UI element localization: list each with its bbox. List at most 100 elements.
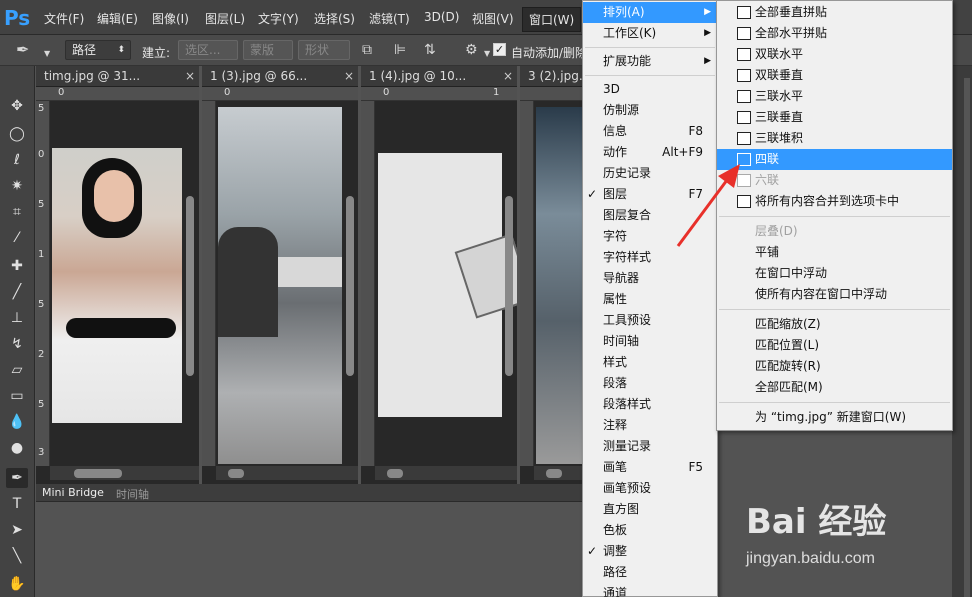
window-menu-item[interactable]: 3D [583,79,717,100]
document-tab-1[interactable]: timg.jpg @ 31... × [36,66,199,87]
crop-tool-icon[interactable]: ⌗ [6,202,28,222]
window-menu-item[interactable]: 测量记录 [583,436,717,457]
window-menu-item[interactable]: 通道 [583,583,717,597]
close-tab-icon[interactable]: × [185,66,195,87]
window-menu-item[interactable]: 工作区(K) ▶ [583,23,717,44]
window-menu-item[interactable]: 段落样式 [583,394,717,415]
window-menu-item[interactable]: 属性 [583,289,717,310]
close-tab-icon[interactable]: × [344,66,354,87]
gear-icon[interactable]: ⚙ [465,43,478,57]
marquee-tool-icon[interactable]: ◯ [6,124,28,144]
gradient-tool-icon[interactable]: ▭ [6,386,28,406]
arrange-menu-item[interactable]: 全部水平拼贴 [717,23,952,44]
eyedropper-tool-icon[interactable]: ⁄ [6,228,28,248]
arrange-menu-item[interactable]: 全部垂直拼贴 [717,2,952,23]
brush-tool-icon[interactable]: ╱ [6,282,28,302]
move-tool-icon[interactable]: ✥ [6,96,28,116]
horizontal-scrollbar[interactable] [534,466,582,480]
hand-tool-icon[interactable]: ✋ [6,574,28,594]
pen-mode-select[interactable]: 路径 ⬍ [65,40,131,60]
scrollbar-thumb[interactable] [228,469,244,478]
type-tool-icon[interactable]: T [6,494,28,514]
blur-tool-icon[interactable]: 💧 [6,412,28,432]
document-tab-2[interactable]: 1 (3).jpg @ 66... × [202,66,358,87]
path-selection-icon[interactable]: ➤ [6,520,28,540]
window-menu-item[interactable]: 工具预设 [583,310,717,331]
arrange-menu-item[interactable]: 双联垂直 [717,65,952,86]
arrange-menu-item[interactable]: 四联 [717,149,952,170]
lasso-tool-icon[interactable]: ℓ [6,150,28,170]
clone-stamp-icon[interactable]: ⊥ [6,308,28,328]
window-menu-item[interactable]: 样式 [583,352,717,373]
tool-preset-dropdown-icon[interactable]: ▼ [44,47,50,61]
window-menu-item[interactable]: 段落 [583,373,717,394]
arrange-menu-item[interactable]: 三联水平 [717,86,952,107]
arrange-menu-item[interactable]: 平铺 [717,242,952,263]
menu-file[interactable]: 文件(F) [44,10,84,27]
vertical-scrollbar[interactable] [346,196,354,376]
path-operations-icon[interactable]: ⧉ [362,43,372,57]
dodge-tool-icon[interactable]: ● [6,438,28,458]
auto-add-checkbox[interactable]: ✓ [493,43,506,56]
mask-button[interactable]: 蒙版 [243,40,293,60]
menu-window[interactable]: 窗口(W) [522,7,582,32]
menu-edit[interactable]: 编辑(E) [97,10,138,27]
arrange-menu-item[interactable]: 双联水平 [717,44,952,65]
arrange-menu-item[interactable]: 三联堆积 [717,128,952,149]
window-menu-item[interactable]: ✓ 调整 [583,541,717,562]
window-menu-item[interactable]: 导航器 [583,268,717,289]
arrange-menu-item[interactable]: 为 “timg.jpg” 新建窗口(W) [717,407,952,428]
history-brush-icon[interactable]: ↯ [6,334,28,354]
arrange-menu-item[interactable]: 匹配旋转(R) [717,356,952,377]
vertical-scrollbar[interactable] [186,196,194,376]
horizontal-scrollbar[interactable] [375,466,517,480]
tab-timeline[interactable]: 时间轴 [116,486,149,502]
arrange-menu-item[interactable]: 匹配位置(L) [717,335,952,356]
scrollbar-thumb[interactable] [546,469,562,478]
menu-filter[interactable]: 滤镜(T) [369,10,410,27]
window-menu-item[interactable]: 排列(A) ▶ [583,2,717,23]
menu-view[interactable]: 视图(V) [472,10,514,27]
menu-type[interactable]: 文字(Y) [258,10,299,27]
path-alignment-icon[interactable]: ⊫ [394,43,406,57]
window-menu-item[interactable]: 仿制源 [583,100,717,121]
menu-layer[interactable]: 图层(L) [205,10,245,27]
selection-button[interactable]: 选区... [178,40,238,60]
menu-image[interactable]: 图像(I) [152,10,189,27]
arrange-menu-item[interactable]: 将所有内容合并到选项卡中 [717,191,952,212]
window-menu-item[interactable]: 画笔 F5 [583,457,717,478]
scrollbar-thumb[interactable] [387,469,403,478]
document-tab-3[interactable]: 1 (4).jpg @ 10... × [361,66,517,87]
tab-mini-bridge[interactable]: Mini Bridge [42,486,104,499]
magic-wand-icon[interactable]: ✷ [6,176,28,196]
eraser-tool-icon[interactable]: ▱ [6,360,28,380]
arrange-menu-item[interactable]: 全部匹配(M) [717,377,952,398]
gear-dropdown-icon[interactable]: ▼ [484,47,490,61]
path-arrangement-icon[interactable]: ⇅ [424,43,436,57]
window-menu-item[interactable]: 路径 [583,562,717,583]
window-menu-item[interactable]: 注释 [583,415,717,436]
window-menu-item[interactable]: 信息 F8 [583,121,717,142]
horizontal-scrollbar[interactable] [216,466,358,480]
panel-scrollbar[interactable] [964,78,970,597]
window-menu-item[interactable]: 扩展功能 ▶ [583,51,717,72]
line-tool-icon[interactable]: ╲ [6,546,28,566]
horizontal-scrollbar[interactable] [50,466,199,480]
menu-select[interactable]: 选择(S) [314,10,355,27]
pen-tool-icon[interactable]: ✒ [16,42,29,58]
window-menu-item[interactable]: 直方图 [583,499,717,520]
arrange-menu-item[interactable]: 使所有内容在窗口中浮动 [717,284,952,305]
arrange-menu-item[interactable]: 匹配缩放(Z) [717,314,952,335]
window-menu-item[interactable]: 色板 [583,520,717,541]
arrange-menu-item[interactable]: 三联垂直 [717,107,952,128]
healing-brush-icon[interactable]: ✚ [6,256,28,276]
window-menu-item[interactable]: 画笔预设 [583,478,717,499]
shape-button[interactable]: 形状 [298,40,350,60]
close-tab-icon[interactable]: × [503,66,513,87]
vertical-scrollbar[interactable] [505,196,513,376]
window-menu-item[interactable]: 时间轴 [583,331,717,352]
arrange-menu-item[interactable]: 在窗口中浮动 [717,263,952,284]
document-tab-4[interactable]: 3 (2).jpg... [520,66,582,87]
pen-tool-icon[interactable]: ✒ [6,468,28,488]
menu-3d[interactable]: 3D(D) [424,10,459,24]
